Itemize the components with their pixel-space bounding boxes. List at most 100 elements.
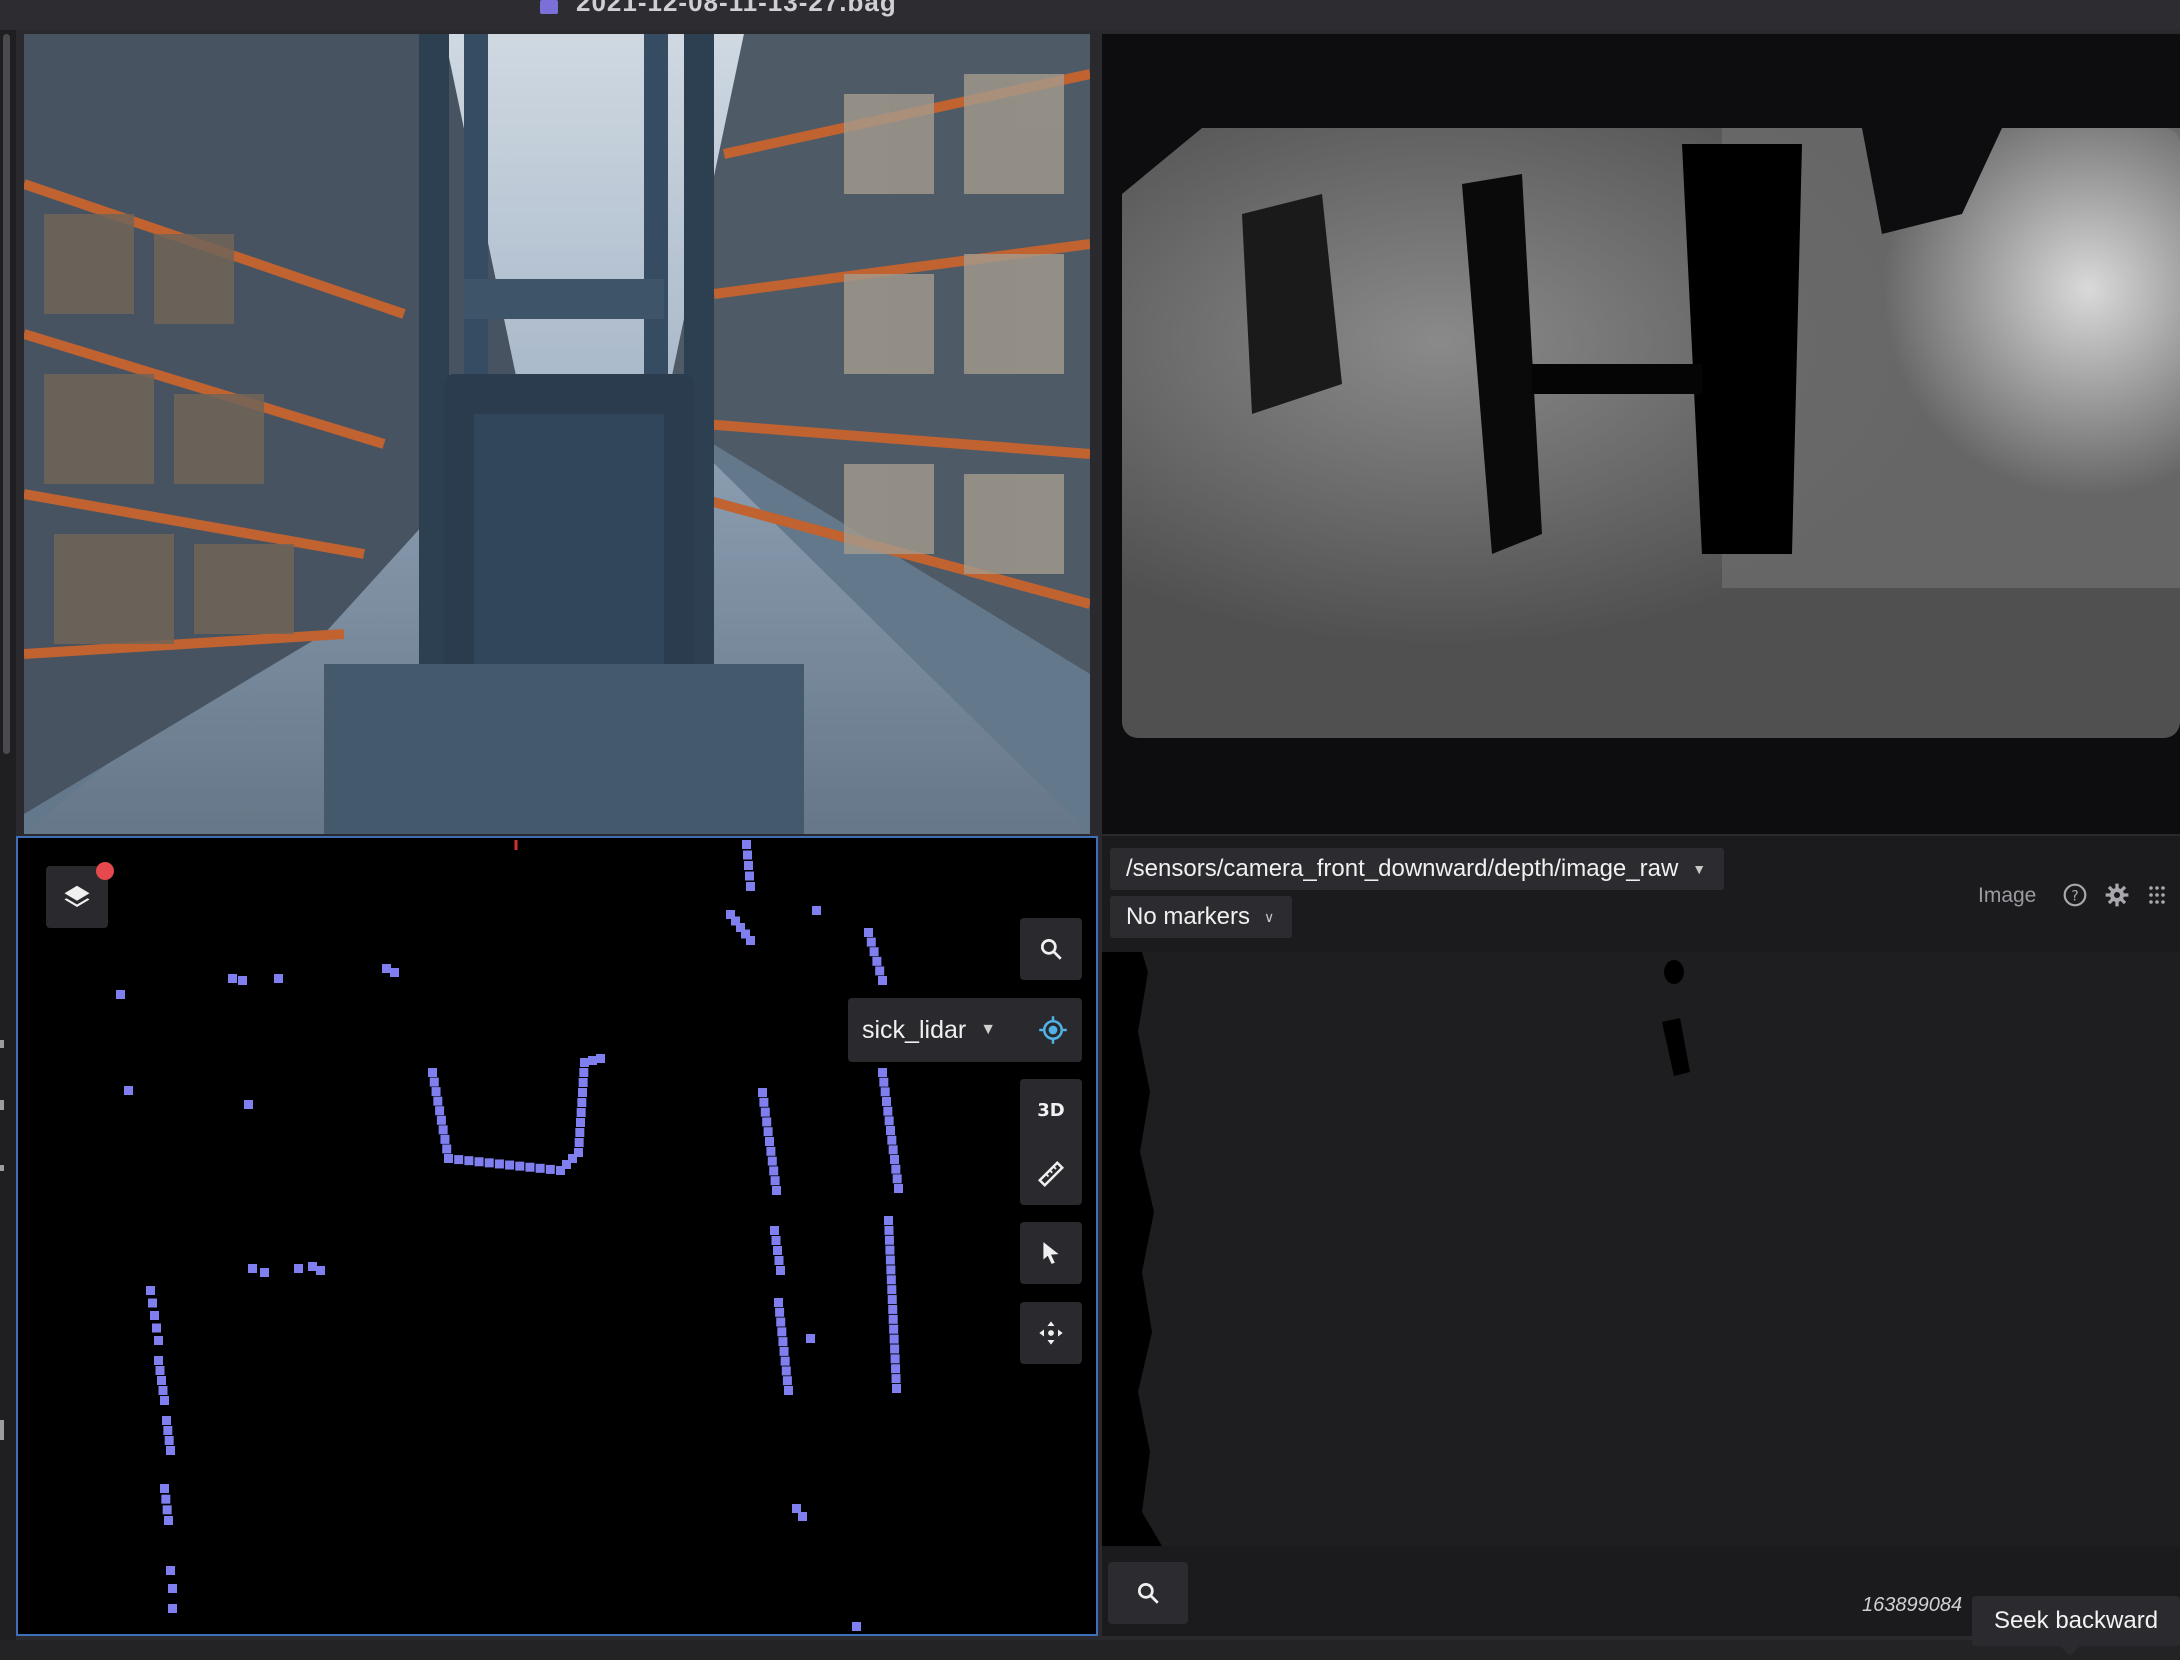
lidar-point [160, 1484, 169, 1493]
lidar-point [878, 976, 887, 985]
lidar-point [152, 1323, 161, 1333]
lidar-point [888, 1304, 898, 1314]
select-tool-button[interactable] [1020, 1222, 1082, 1284]
tooltip-arrow [2060, 1646, 2080, 1656]
lidar-point [578, 1078, 588, 1087]
lidar-point [872, 956, 882, 966]
lidar-point [164, 1436, 174, 1445]
lidar-point [163, 1426, 173, 1435]
three-d-panel[interactable]: sick_lidar ▼ 3D [16, 836, 1098, 1636]
lidar-point [770, 1226, 779, 1235]
image-panel: /sensors/camera_front_downward/depth/ima… [1102, 836, 2180, 1636]
lidar-point [588, 1056, 597, 1065]
grid-drag-icon [2149, 886, 2165, 904]
depth-image-view[interactable] [1102, 952, 2180, 1546]
lidar-point [884, 1216, 893, 1225]
downward-depth-image [1138, 952, 2180, 1546]
gutter-tick [0, 1100, 4, 1110]
ruler-icon [1037, 1160, 1065, 1187]
lidar-point [160, 1396, 169, 1405]
lidar-point [812, 906, 821, 915]
lidar-point [545, 1164, 555, 1174]
lidar-point [442, 1144, 452, 1154]
lidar-point [535, 1163, 545, 1173]
gutter-tick [0, 1165, 4, 1171]
lidar-point [578, 1088, 587, 1097]
frame-select[interactable]: sick_lidar ▼ [848, 998, 1024, 1062]
lidar-point [164, 1516, 173, 1525]
lidar-point [891, 1364, 901, 1374]
lidar-point [890, 1354, 900, 1364]
lidar-point [883, 1106, 893, 1116]
toggle-3d-button[interactable]: 3D [1020, 1079, 1082, 1142]
lidar-point [765, 1137, 774, 1146]
lidar-point [884, 1225, 894, 1235]
lidar-point [743, 850, 752, 860]
lidar-point [580, 1058, 589, 1067]
frame-select-value: sick_lidar [862, 1015, 967, 1044]
markers-select[interactable]: No markers ∨ [1110, 896, 1293, 938]
lidar-point [887, 1285, 897, 1295]
help-button[interactable]: ? [2060, 880, 2090, 910]
lidar-point [168, 1604, 177, 1613]
lidar-point [884, 1116, 894, 1126]
lidar-point [579, 1068, 589, 1077]
gutter-tick [0, 1420, 4, 1440]
search-icon [1137, 1582, 1159, 1604]
lidar-point [894, 1184, 903, 1193]
depth-image-panel [1102, 34, 2180, 834]
lidar-point [431, 1087, 441, 1097]
lidar-point [484, 1158, 494, 1168]
zoom-button[interactable] [1108, 1562, 1188, 1624]
settings-button[interactable] [2102, 880, 2132, 910]
layers-alert-badge [96, 862, 114, 880]
lidar-point [436, 1115, 446, 1125]
lidar-point [435, 1106, 445, 1116]
lidar-point [515, 1161, 525, 1171]
lidar-point [274, 974, 283, 983]
view-tool-group: 3D [1020, 1079, 1082, 1205]
lidar-point [776, 1317, 786, 1327]
lidar-point [116, 990, 125, 999]
left-scrollbar[interactable] [3, 34, 10, 754]
lidar-point [758, 1088, 767, 1097]
lidar-point [308, 1262, 317, 1271]
follow-frame-button[interactable] [1024, 998, 1082, 1062]
svg-text:?: ? [2071, 888, 2078, 904]
camera-image-panel [24, 34, 1090, 834]
lidar-point [771, 1236, 781, 1245]
lidar-point [525, 1162, 535, 1172]
lidar-point [879, 1077, 889, 1087]
lidar-point [772, 1186, 781, 1195]
lidar-point [744, 861, 753, 870]
search-button[interactable] [1020, 918, 1082, 980]
move-arrows-icon [1039, 1321, 1063, 1345]
drag-handle[interactable] [2142, 880, 2172, 910]
lidar-point [770, 1176, 780, 1186]
lidar-point [260, 1268, 269, 1277]
cursor-icon [1043, 1242, 1059, 1264]
lidar-point [745, 871, 754, 881]
lidar-point [316, 1266, 325, 1275]
measure-button[interactable] [1020, 1142, 1082, 1205]
publish-pose-button[interactable] [1020, 1302, 1082, 1364]
seek-backward-tooltip: Seek backward [1972, 1596, 2180, 1646]
gutter-tick [0, 1040, 4, 1048]
lidar-point [890, 1344, 900, 1354]
lidar-point [782, 1376, 792, 1386]
lidar-point [577, 1098, 587, 1107]
lidar-point [162, 1416, 171, 1425]
lidar-point [890, 1155, 899, 1164]
lidar-point [886, 1275, 896, 1285]
image-timestamp: 163899084 [1862, 1594, 1963, 1616]
topic-select-value: /sensors/camera_front_downward/depth/ima… [1126, 855, 1679, 882]
lidar-point [494, 1159, 504, 1169]
lidar-point [777, 1327, 787, 1337]
lidar-point [887, 1295, 897, 1305]
lidar-point [784, 1386, 793, 1395]
topic-select[interactable]: /sensors/camera_front_downward/depth/ima… [1110, 848, 1725, 890]
lidar-point [864, 928, 873, 937]
depth-image [1122, 128, 2180, 738]
lidar-point [875, 966, 885, 976]
lidar-scan [116, 840, 903, 1631]
